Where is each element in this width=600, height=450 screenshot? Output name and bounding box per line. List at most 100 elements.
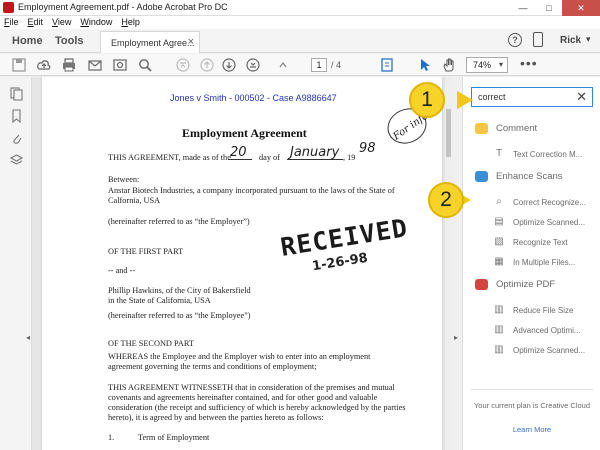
upload-cloud-icon[interactable] <box>37 58 51 72</box>
mobile-link-icon[interactable] <box>533 32 543 47</box>
tool-multiple-files[interactable]: ▦ In Multiple Files... <box>493 256 575 268</box>
doc-line: (hereinafter referred to as “the Employe… <box>108 217 250 226</box>
doc-line: Term of Employment <box>138 433 210 442</box>
learn-more-link[interactable]: Learn More <box>473 425 591 434</box>
page-thumbnails-icon[interactable] <box>10 87 23 101</box>
tool-recognize-text[interactable]: ▧ Recognize Text <box>493 236 568 248</box>
menu-window[interactable]: Window <box>80 16 112 29</box>
vertical-scrollbar[interactable] <box>445 77 452 450</box>
section-comment[interactable]: Comment <box>475 123 537 134</box>
comment-icon <box>475 123 488 134</box>
tool-text-correction[interactable]: T Text Correction M... <box>493 148 582 160</box>
page-up-icon[interactable] <box>276 58 290 72</box>
menu-edit[interactable]: Edit <box>28 16 44 29</box>
search-icon[interactable] <box>138 58 152 72</box>
tool-label: Recognize Text <box>513 237 568 247</box>
right-panel-collapse[interactable]: ▸ <box>452 77 462 450</box>
tool-reduce-file-size[interactable]: ▥ Reduce File Size <box>493 304 573 316</box>
menu-file[interactable]: File <box>4 16 19 29</box>
chevron-down-icon[interactable]: ▾ <box>586 34 591 45</box>
callout-pointer <box>457 91 473 109</box>
help-icon[interactable]: ? <box>508 33 522 47</box>
zoom-value: 74% <box>473 60 492 70</box>
camera-snapshot-icon[interactable] <box>113 58 127 72</box>
collapse-left-panel-icon[interactable]: ◂ <box>26 333 30 342</box>
plan-info: Your current plan is Creative Cloud <box>473 401 591 410</box>
more-tools-icon[interactable]: ••• <box>520 56 538 70</box>
optimize-scanned-icon: ▤ <box>494 216 504 227</box>
user-account-name[interactable]: Rick <box>560 35 581 46</box>
section-title: Optimize PDF <box>496 279 556 290</box>
doc-line: (hereinafter referred to as “the Employe… <box>108 311 251 320</box>
tab-bar: Home Tools Employment Agree... × ? Rick … <box>0 29 600 53</box>
tool-optimize-scanned-pdf[interactable]: ▥ Optimize Scanned... <box>493 344 585 356</box>
minimize-button[interactable]: — <box>510 0 536 16</box>
tab-document[interactable]: Employment Agree... × <box>100 31 200 53</box>
doc-line: THIS AGREEMENT WITNESSETH that in consid… <box>108 383 395 392</box>
page-number-input[interactable]: 1 <box>311 58 327 72</box>
reduce-file-icon: ▥ <box>494 304 504 315</box>
scrollbar-thumb[interactable] <box>446 109 451 157</box>
tool-label: Advanced Optimi... <box>513 325 581 335</box>
save-icon[interactable] <box>12 58 26 72</box>
tool-optimize-scanned[interactable]: ▤ Optimize Scanned... <box>493 216 585 228</box>
clear-search-icon[interactable]: ✕ <box>576 89 587 105</box>
doc-line: hereto), it is agreed by and between the… <box>108 413 324 422</box>
attachment-icon[interactable] <box>10 131 23 145</box>
enhance-scans-icon <box>475 171 488 182</box>
print-icon[interactable] <box>62 58 76 72</box>
previous-page-icon[interactable] <box>200 58 214 72</box>
multiple-files-icon: ▦ <box>494 256 504 267</box>
acrobat-window: Employment Agreement.pdf - Adobe Acrobat… <box>0 0 600 450</box>
doc-line: THIS AGREEMENT, made as of the <box>108 153 231 162</box>
menu-view[interactable]: View <box>52 16 71 29</box>
select-cursor-icon[interactable] <box>418 58 432 72</box>
document-viewport[interactable]: Jones v Smith - 000502 - Case A9886647 F… <box>32 77 452 450</box>
doc-line: Anstar Biotech Industries, a company inc… <box>108 186 395 195</box>
document-title: Employment Agreement <box>182 126 307 140</box>
tool-label: Reduce File Size <box>513 305 574 315</box>
doc-line: day of <box>259 153 280 162</box>
document-tab-label: Employment Agree... <box>111 38 195 48</box>
tools-search-input[interactable]: correct ✕ <box>471 87 593 107</box>
doc-line: 1. <box>108 433 115 442</box>
doc-line: in the State of California, USA <box>108 296 211 305</box>
close-window-button[interactable]: ✕ <box>562 0 600 16</box>
left-navigation-rail: ◂ <box>0 77 32 450</box>
doc-line: OF THE FIRST PART <box>108 247 184 256</box>
advanced-optimize-icon: ▥ <box>494 324 504 335</box>
bookmark-icon[interactable] <box>10 109 23 124</box>
title-bar: Employment Agreement.pdf - Adobe Acrobat… <box>0 0 600 16</box>
section-optimize-pdf[interactable]: Optimize PDF <box>475 279 555 290</box>
doc-line: Phillip Hawkins, of the City of Bakersfi… <box>108 286 251 295</box>
toolbar: 1 / 4 74% ▾ ••• <box>0 54 600 76</box>
chevron-down-icon: ▾ <box>498 60 503 69</box>
panel-divider <box>471 389 593 390</box>
tool-label: In Multiple Files... <box>513 257 576 267</box>
doc-line: covenants and agreements hereinafter con… <box>108 393 378 402</box>
maximize-button[interactable]: □ <box>536 0 562 16</box>
section-enhance-scans[interactable]: Enhance Scans <box>475 171 563 182</box>
tab-tools[interactable]: Tools <box>55 35 84 47</box>
next-page-icon[interactable] <box>222 58 236 72</box>
doc-line: consideration (the receipt and sufficien… <box>108 403 406 412</box>
first-page-icon[interactable] <box>176 58 190 72</box>
handwritten-month: January <box>290 145 340 160</box>
tool-correct-recognized[interactable]: ⌕ Correct Recognize... <box>493 196 586 208</box>
scroll-mode-icon[interactable] <box>380 58 394 72</box>
optimize-pdf-icon <box>475 279 488 290</box>
handwritten-day: 20 <box>230 145 247 160</box>
zoom-select[interactable]: 74% ▾ <box>466 57 508 73</box>
callout-2: 2 <box>428 182 464 218</box>
hand-tool-icon[interactable] <box>442 58 456 72</box>
email-icon[interactable] <box>88 58 102 72</box>
pdf-page: Jones v Smith - 000502 - Case A9886647 F… <box>42 77 442 450</box>
menu-help[interactable]: Help <box>121 16 140 29</box>
close-tab-icon[interactable]: × <box>188 36 194 48</box>
last-page-icon[interactable] <box>246 58 260 72</box>
section-title: Enhance Scans <box>496 171 563 182</box>
expand-right-panel-icon[interactable]: ▸ <box>454 333 458 342</box>
tab-home[interactable]: Home <box>12 35 43 47</box>
layers-icon[interactable] <box>9 153 24 167</box>
tool-advanced-optimization[interactable]: ▥ Advanced Optimi... <box>493 324 581 336</box>
